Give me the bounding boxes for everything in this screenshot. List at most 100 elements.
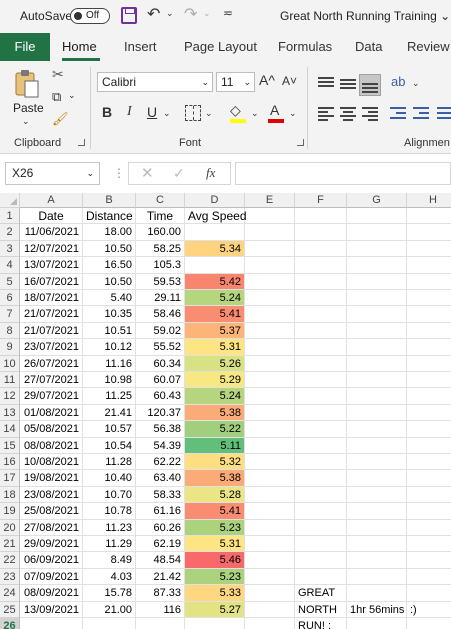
grid-cell[interactable] <box>407 552 451 569</box>
grid-cell[interactable] <box>407 306 451 323</box>
grid-cell[interactable] <box>245 618 295 629</box>
copy-icon[interactable]: ⧉ <box>52 89 61 105</box>
grid-cell[interactable] <box>407 224 451 241</box>
date-cell[interactable]: 01/08/2021 <box>20 404 83 422</box>
name-box[interactable]: X26 ⌄ <box>5 162 100 185</box>
date-cell[interactable]: 18/07/2021 <box>20 290 83 307</box>
date-cell[interactable]: 26/07/2021 <box>20 355 83 372</box>
grid-cell[interactable] <box>347 421 407 438</box>
distance-cell[interactable]: 11.16 <box>83 355 136 372</box>
distance-cell[interactable]: 21.00 <box>83 601 136 618</box>
grid-cell[interactable] <box>347 404 407 422</box>
underline-button[interactable]: U <box>147 104 157 120</box>
grid-cell[interactable] <box>295 240 347 258</box>
distance-cell[interactable]: 10.70 <box>83 486 136 504</box>
grid-cell[interactable] <box>347 257 407 274</box>
grid-cell[interactable] <box>295 470 347 487</box>
row-header[interactable]: 10 <box>0 355 20 372</box>
undo-icon[interactable]: ↶ <box>147 4 160 24</box>
date-cell[interactable]: 29/09/2021 <box>20 536 83 553</box>
grid-cell[interactable] <box>407 405 451 422</box>
time-cell[interactable]: 60.07 <box>136 372 185 389</box>
fill-color-dropdown-icon[interactable]: ⌄ <box>251 108 259 119</box>
grid-cell[interactable] <box>347 273 407 290</box>
grid-cell[interactable] <box>407 339 451 356</box>
grid-cell[interactable] <box>347 519 407 536</box>
decrease-indent-icon[interactable] <box>390 107 406 119</box>
time-cell[interactable]: 116 <box>136 601 185 618</box>
grid-cell[interactable] <box>245 322 295 340</box>
time-cell[interactable]: 21.42 <box>136 568 185 586</box>
more-icon[interactable]: ⋮ <box>113 166 125 180</box>
font-size-select[interactable]: 11 ⌄ <box>216 72 255 92</box>
date-cell[interactable]: 05/08/2021 <box>20 421 83 438</box>
avg-speed-cell[interactable]: 5.41 <box>185 306 245 323</box>
row-header[interactable]: 3 <box>0 240 20 258</box>
grid-cell[interactable] <box>295 306 347 323</box>
grid-cell[interactable] <box>245 486 295 504</box>
time-cell[interactable]: 160.00 <box>136 224 185 241</box>
grid-cell[interactable] <box>407 470 451 487</box>
date-cell[interactable]: 08/08/2021 <box>20 437 83 454</box>
middle-align-icon[interactable] <box>340 77 356 90</box>
italic-button[interactable]: I <box>127 104 132 120</box>
time-cell[interactable]: 60.26 <box>136 519 185 536</box>
distance-cell[interactable]: 11.28 <box>83 454 136 471</box>
grid-cell[interactable] <box>295 421 347 438</box>
avg-speed-cell[interactable]: 5.24 <box>185 290 245 307</box>
row-header[interactable]: 23 <box>0 568 20 586</box>
date-cell[interactable]: 11/06/2021 <box>20 224 83 241</box>
save-icon[interactable] <box>121 7 137 24</box>
grid-cell[interactable] <box>295 552 347 569</box>
grid-cell[interactable] <box>347 306 407 323</box>
row-header[interactable]: 25 <box>0 601 20 618</box>
paste-dropdown-icon[interactable]: ⌄ <box>22 116 30 127</box>
avg-speed-cell[interactable] <box>185 224 245 241</box>
row-header[interactable]: 20 <box>0 519 20 536</box>
time-cell[interactable]: 120.37 <box>136 404 185 422</box>
distance-cell[interactable]: 11.23 <box>83 519 136 536</box>
distance-cell[interactable]: 10.57 <box>83 421 136 438</box>
row-header[interactable]: 13 <box>0 404 20 422</box>
date-cell[interactable]: 16/07/2021 <box>20 273 83 290</box>
grid-cell[interactable] <box>245 388 295 405</box>
date-cell[interactable]: 13/09/2021 <box>20 601 83 618</box>
column-header-e[interactable]: E <box>245 193 295 208</box>
note-text-f24[interactable]: GREAT <box>295 585 338 601</box>
time-cell[interactable]: 58.33 <box>136 486 185 504</box>
date-cell[interactable]: 21/07/2021 <box>20 306 83 323</box>
top-align-icon[interactable] <box>318 77 334 90</box>
grid-cell[interactable] <box>245 355 295 372</box>
grid-cell[interactable] <box>347 224 407 241</box>
grid-cell[interactable] <box>295 437 347 454</box>
avg-speed-cell[interactable]: 5.24 <box>185 388 245 405</box>
time-cell[interactable]: 61.16 <box>136 503 185 520</box>
tab-file[interactable]: File <box>0 33 50 61</box>
grid-cell[interactable] <box>245 404 295 422</box>
font-launcher-icon[interactable] <box>297 139 304 146</box>
grid-cell[interactable] <box>407 356 451 372</box>
avg-speed-cell[interactable]: 5.23 <box>185 519 245 536</box>
avg-speed-cell[interactable]: 5.41 <box>185 503 245 520</box>
row-header[interactable]: 12 <box>0 388 20 405</box>
grid-cell[interactable] <box>407 388 451 405</box>
font-name-select[interactable]: Calibri ⌄ <box>97 72 213 92</box>
grid-cell[interactable] <box>295 339 347 356</box>
grid-cell[interactable] <box>245 568 295 586</box>
grid-cell[interactable] <box>407 323 451 340</box>
distance-cell[interactable]: 10.54 <box>83 437 136 454</box>
column-header-b[interactable]: B <box>83 193 136 208</box>
note-text-g25[interactable]: 1hr 56mins <box>347 602 407 618</box>
grid-cell[interactable] <box>245 290 295 307</box>
grid-cell[interactable] <box>347 290 407 307</box>
tab-review[interactable]: Review <box>407 33 450 61</box>
grid-cell[interactable] <box>295 290 347 307</box>
grid-cell[interactable] <box>407 454 451 471</box>
time-cell[interactable]: 87.33 <box>136 585 185 602</box>
formula-input[interactable] <box>235 162 451 185</box>
time-cell[interactable]: 48.54 <box>136 552 185 569</box>
avg-speed-cell[interactable]: 5.23 <box>185 568 245 586</box>
row-header[interactable]: 16 <box>0 454 20 471</box>
grid-cell[interactable] <box>295 536 347 553</box>
note-text-h25[interactable]: :) <box>407 602 420 618</box>
